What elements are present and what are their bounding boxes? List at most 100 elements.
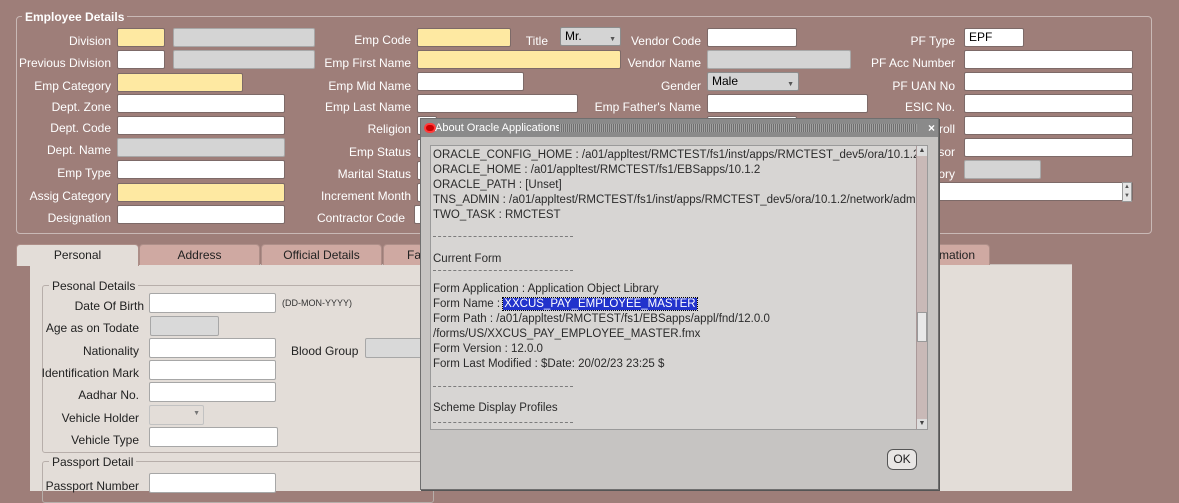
emp-mid-name-label: Emp Mid Name <box>328 79 411 93</box>
dept-zone-label: Dept. Zone <box>51 100 111 114</box>
scroll-down-icon[interactable]: ▼ <box>917 419 927 429</box>
scroll-up-icon[interactable]: ▲ <box>917 146 927 156</box>
previous-division-label: Previous Division <box>18 56 111 70</box>
scroll-thumb[interactable] <box>917 312 927 342</box>
pf-acc-number-field[interactable] <box>964 50 1133 69</box>
title-label: Title <box>525 34 548 48</box>
identification-mark-label: Identification Mark <box>41 366 139 380</box>
emp-first-name-field[interactable] <box>417 50 621 69</box>
gender-label: Gender <box>660 79 701 93</box>
pf-uan-no-field[interactable] <box>964 72 1133 91</box>
vendor-code-field[interactable] <box>707 28 797 47</box>
gender-select[interactable]: Male ▼ <box>707 72 799 91</box>
form-name-line: Form Name : XXCUS_PAY_EMPLOYEE_MASTER <box>433 297 698 311</box>
ok-button[interactable]: OK <box>887 449 917 470</box>
emp-last-name-field[interactable] <box>417 94 578 113</box>
form-name-prefix: Form Name : <box>433 298 504 310</box>
personal-details-title: Pesonal Details <box>49 279 139 293</box>
info-line: Scheme Display Profiles <box>433 402 558 414</box>
emp-first-name-label: Emp First Name <box>324 56 411 70</box>
group-title: Employee Details <box>22 10 128 24</box>
date-of-birth-field[interactable] <box>149 293 276 313</box>
dialog-title: About Oracle Applications <box>435 122 561 134</box>
category-field <box>964 160 1041 179</box>
emp-category-label: Emp Category <box>34 79 111 93</box>
aadhar-no-field[interactable] <box>149 382 276 402</box>
info-line: Form Application : Application Object Li… <box>433 283 659 295</box>
remarks-scroll-arrows[interactable]: ▲ ▼ <box>1122 182 1132 202</box>
separator <box>433 270 573 271</box>
vendor-name-label: Vendor Name <box>627 56 701 70</box>
division-field[interactable] <box>117 28 165 47</box>
passport-number-label: Passport Number <box>45 479 139 493</box>
emp-type-field[interactable] <box>117 160 285 179</box>
separator <box>433 422 573 423</box>
dept-zone-field[interactable] <box>117 94 285 113</box>
designation-field[interactable] <box>117 205 285 224</box>
dialog-info-text-area[interactable]: ORACLE_CONFIG_HOME : /a01/appltest/RMCTE… <box>430 145 928 430</box>
emp-category-field[interactable] <box>117 73 243 92</box>
assig-category-field[interactable] <box>117 183 285 202</box>
supervisor-field[interactable] <box>964 138 1133 157</box>
info-line: ORACLE_CONFIG_HOME : /a01/appltest/RMCTE… <box>433 149 920 161</box>
esic-no-label: ESIC No. <box>904 100 955 114</box>
nationality-field[interactable] <box>149 338 276 358</box>
emp-status-label: Emp Status <box>348 145 411 159</box>
dept-code-label: Dept. Code <box>50 121 111 135</box>
passport-number-field[interactable] <box>149 473 276 493</box>
assig-category-label: Assig Category <box>29 189 111 203</box>
separator <box>433 236 573 237</box>
titlebar-grip <box>559 124 917 132</box>
chevron-down-icon: ▼ <box>787 81 794 88</box>
division-label: Division <box>68 34 111 48</box>
info-line: Form Version : 12.0.0 <box>433 343 543 355</box>
esic-no-field[interactable] <box>964 94 1133 113</box>
date-format-hint: (DD-MON-YYYY) <box>282 298 352 308</box>
emp-code-field[interactable] <box>417 28 511 47</box>
dept-name-label: Dept. Name <box>46 143 111 157</box>
age-label: Age as on Todate <box>45 321 139 335</box>
previous-division-field[interactable] <box>117 50 165 69</box>
age-field <box>150 316 219 336</box>
dialog-titlebar[interactable]: About Oracle Applications × <box>421 119 938 137</box>
info-line: TWO_TASK : RMCTEST <box>433 209 561 221</box>
aadhar-no-label: Aadhar No. <box>78 388 139 402</box>
vehicle-type-label: Vehicle Type <box>71 433 139 447</box>
vehicle-holder-select[interactable]: ▼ <box>149 405 204 425</box>
tab-family[interactable]: Fa <box>383 244 423 265</box>
emp-last-name-label: Emp Last Name <box>324 100 411 114</box>
tab-official-details[interactable]: Official Details <box>261 244 382 265</box>
chevron-down-icon: ▼ <box>193 410 200 417</box>
payroll-field[interactable] <box>964 116 1133 135</box>
pf-type-field[interactable]: EPF <box>964 28 1024 47</box>
remarks-field[interactable] <box>934 182 1133 201</box>
dept-name-field <box>117 138 285 157</box>
title-select[interactable]: Mr. ▼ <box>560 27 621 46</box>
designation-label: Designation <box>47 211 111 225</box>
vehicle-type-field[interactable] <box>149 427 278 447</box>
emp-mid-name-field[interactable] <box>417 72 524 91</box>
dialog-vertical-scrollbar[interactable]: ▲ ▼ <box>916 146 927 429</box>
info-line: TNS_ADMIN : /a01/appltest/RMCTEST/fs1/in… <box>433 194 925 206</box>
pf-acc-number-label: PF Acc Number <box>870 56 955 70</box>
previous-division-desc-field <box>173 50 315 69</box>
close-icon[interactable]: × <box>928 119 935 137</box>
emp-fathers-name-label: Emp Father's Name <box>594 100 701 114</box>
date-of-birth-label: Date Of Birth <box>74 299 144 313</box>
emp-code-label: Emp Code <box>354 33 411 47</box>
title-value: Mr. <box>565 29 582 43</box>
info-line: ORACLE_HOME : /a01/appltest/RMCTEST/fs1/… <box>433 164 761 176</box>
form-name-selected[interactable]: XXCUS_PAY_EMPLOYEE_MASTER <box>502 297 698 311</box>
identification-mark-field[interactable] <box>149 360 276 380</box>
passport-detail-title: Passport Detail <box>49 455 137 469</box>
pf-type-value: EPF <box>969 30 993 44</box>
vendor-name-field <box>707 50 851 69</box>
tab-personal[interactable]: Personal <box>16 244 139 266</box>
blood-group-field[interactable] <box>365 338 425 358</box>
tab-address[interactable]: Address <box>139 244 260 265</box>
info-line: ORACLE_PATH : [Unset] <box>433 179 562 191</box>
pf-uan-no-label: PF UAN No <box>892 79 955 93</box>
dept-code-field[interactable] <box>117 116 285 135</box>
emp-fathers-name-field[interactable] <box>707 94 868 113</box>
vendor-code-label: Vendor Code <box>630 34 701 48</box>
